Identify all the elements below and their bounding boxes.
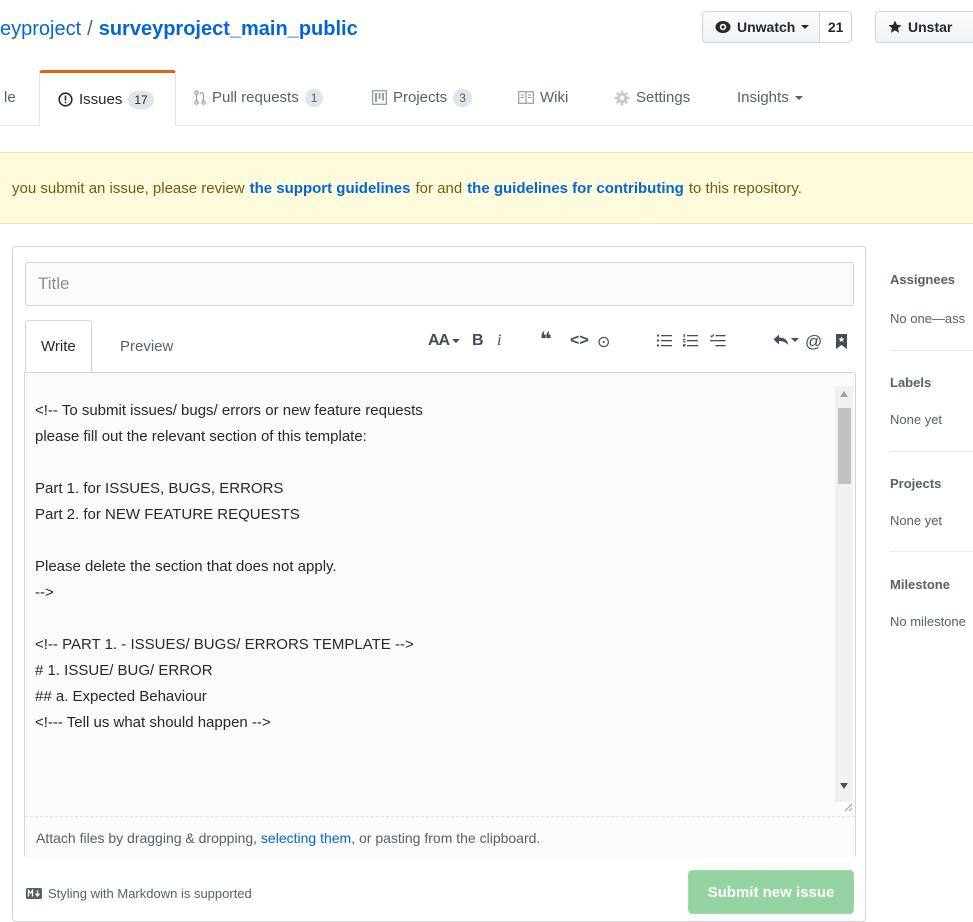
projects-counter: 3 bbox=[453, 88, 472, 107]
tab-settings[interactable]: Settings bbox=[614, 70, 690, 125]
tab-projects-label: Projects bbox=[393, 89, 448, 106]
quote-icon: ❝ bbox=[540, 329, 552, 351]
mention-icon: @ bbox=[805, 332, 823, 351]
attach-text-post: , or pasting from the clipboard. bbox=[351, 829, 541, 846]
header-chevron-down-icon bbox=[452, 339, 461, 343]
projects-heading[interactable]: Projects bbox=[890, 476, 941, 491]
issue-opened-icon bbox=[58, 92, 73, 107]
tab-projects[interactable]: Projects 3 bbox=[372, 70, 472, 125]
tab-wiki[interactable]: Wiki bbox=[518, 70, 568, 125]
markdown-note: Styling with Markdown is supported bbox=[26, 886, 252, 901]
sidebar-divider bbox=[890, 551, 973, 552]
book-icon bbox=[518, 91, 534, 104]
list-unordered-icon bbox=[657, 334, 672, 347]
insights-chevron-down-icon bbox=[794, 95, 803, 100]
issues-counter: 17 bbox=[128, 90, 154, 109]
flash-text-1: you submit an issue, please review bbox=[12, 179, 245, 197]
scroll-down-arrow-icon[interactable] bbox=[840, 783, 848, 789]
unwatch-label: Unwatch bbox=[737, 19, 796, 35]
submit-new-issue-button[interactable]: Submit new issue bbox=[688, 870, 854, 914]
repo-name-link[interactable]: surveyproject_main_public bbox=[99, 18, 358, 40]
tab-issues-label: Issues bbox=[79, 91, 123, 108]
flash-text-2: for and bbox=[415, 179, 463, 197]
bold-icon: B bbox=[472, 332, 484, 349]
select-files-link[interactable]: selecting them bbox=[261, 830, 351, 846]
header-text-icon: AA bbox=[428, 332, 450, 349]
scrollbar-thumb[interactable] bbox=[838, 408, 851, 484]
repo-owner-link[interactable]: eyproject bbox=[0, 18, 81, 40]
tab-insights-label: Insights bbox=[737, 89, 789, 106]
issue-title-input[interactable] bbox=[25, 262, 854, 306]
mention-button[interactable]: @ bbox=[805, 332, 822, 352]
pull-requests-counter: 1 bbox=[304, 88, 324, 107]
assignees-heading[interactable]: Assignees bbox=[890, 272, 955, 287]
project-icon bbox=[372, 90, 387, 105]
attach-text-pre: Attach files by dragging & dropping, bbox=[36, 829, 258, 846]
tab-preview[interactable]: Preview bbox=[105, 320, 188, 372]
code-icon: <> bbox=[570, 332, 589, 349]
header-text-button[interactable]: AA bbox=[428, 332, 461, 350]
ordered-list-button[interactable] bbox=[683, 334, 698, 347]
tab-code-label: le bbox=[4, 89, 16, 106]
flash-text-3: to this repository. bbox=[688, 179, 802, 197]
unstar-button[interactable]: Unstar bbox=[875, 11, 973, 43]
repo-path-separator: / bbox=[87, 18, 93, 40]
task-list-button[interactable] bbox=[710, 334, 726, 347]
issue-body-textarea[interactable] bbox=[25, 373, 833, 815]
sidebar-divider bbox=[890, 451, 973, 452]
tab-code[interactable]: le bbox=[4, 70, 16, 125]
contributing-guidelines-link[interactable]: the guidelines for contributing bbox=[467, 180, 684, 197]
unwatch-button[interactable]: Unwatch 21 bbox=[702, 11, 852, 43]
eye-icon bbox=[715, 20, 731, 34]
italic-button[interactable]: i bbox=[497, 332, 501, 350]
saved-replies-button[interactable] bbox=[773, 334, 799, 346]
tab-insights[interactable]: Insights bbox=[737, 70, 803, 125]
chevron-down-icon bbox=[801, 25, 810, 29]
watchers-count[interactable]: 21 bbox=[820, 12, 851, 42]
tab-issues[interactable]: Issues 17 bbox=[39, 70, 176, 126]
projects-value: None yet bbox=[890, 513, 943, 528]
labels-value: None yet bbox=[890, 412, 943, 427]
tasklist-icon bbox=[710, 334, 726, 347]
tab-settings-label: Settings bbox=[636, 89, 691, 106]
italic-icon: i bbox=[497, 332, 502, 349]
tab-wiki-label: Wiki bbox=[540, 89, 569, 106]
tab-pull-requests-label: Pull requests bbox=[212, 89, 299, 106]
quote-button[interactable]: ❝ bbox=[540, 327, 552, 352]
markdown-help-link[interactable]: Styling with Markdown is supported bbox=[48, 886, 252, 901]
link-button[interactable]: ⊙ bbox=[597, 332, 610, 352]
tab-preview-label: Preview bbox=[120, 337, 174, 355]
gear-icon bbox=[614, 90, 630, 106]
repo-breadcrumb: eyproject / surveyproject_main_public bbox=[0, 18, 358, 41]
pull-request-icon bbox=[194, 90, 206, 105]
tab-write[interactable]: Write bbox=[25, 320, 92, 373]
unordered-list-button[interactable] bbox=[657, 334, 672, 347]
file-attach-bar[interactable]: Attach files by dragging & dropping, sel… bbox=[25, 816, 855, 858]
repo-nav: le Issues 17 Pull requests 1 Projects 3 … bbox=[0, 70, 973, 126]
reply-icon bbox=[773, 334, 789, 346]
milestone-value: No milestone bbox=[890, 614, 966, 629]
star-icon bbox=[888, 20, 902, 34]
reference-button[interactable] bbox=[836, 334, 847, 349]
unstar-label: Unstar bbox=[908, 19, 953, 35]
markdown-icon bbox=[26, 888, 42, 899]
milestone-heading[interactable]: Milestone bbox=[890, 577, 950, 592]
bold-button[interactable]: B bbox=[472, 332, 484, 350]
tab-pull-requests[interactable]: Pull requests 1 bbox=[194, 70, 324, 125]
contributing-flash: you submit an issue, please review the s… bbox=[0, 152, 973, 224]
code-button[interactable]: <> bbox=[570, 332, 589, 350]
tab-write-label: Write bbox=[41, 338, 76, 355]
assignees-value: No one—ass bbox=[890, 311, 966, 326]
bookmark-icon bbox=[836, 334, 847, 349]
resize-grip-icon[interactable] bbox=[843, 802, 853, 812]
list-ordered-icon bbox=[683, 334, 698, 347]
scroll-up-arrow-icon[interactable] bbox=[840, 391, 848, 397]
reply-chevron-down-icon bbox=[791, 338, 799, 342]
sidebar-divider bbox=[890, 350, 973, 351]
link-icon: ⊙ bbox=[597, 334, 611, 351]
labels-heading[interactable]: Labels bbox=[890, 375, 931, 390]
support-guidelines-link[interactable]: the support guidelines bbox=[250, 180, 411, 197]
